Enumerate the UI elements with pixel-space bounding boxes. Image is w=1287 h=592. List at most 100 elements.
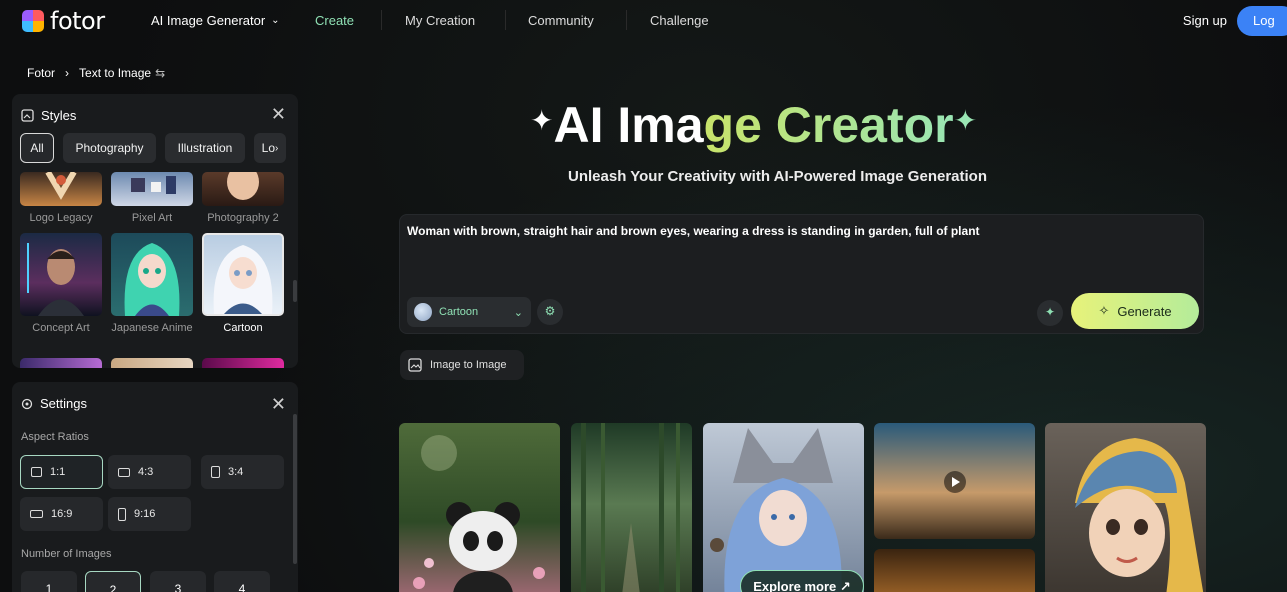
style-thumb-photography-2[interactable] (202, 172, 284, 206)
style-thumb-logo-legacy[interactable] (20, 172, 102, 206)
page-title: ✦AI Image Creator✦ (530, 96, 977, 154)
generate-label: Generate (1117, 303, 1172, 319)
settings-gear-button[interactable]: ⚙ (537, 299, 563, 325)
style-thumb-cartoon[interactable] (202, 233, 284, 316)
ratio-1-1[interactable]: 1:1 (20, 455, 103, 489)
count-4-button[interactable]: 4 (214, 571, 270, 592)
ratio-label: 4:3 (138, 466, 154, 478)
tall-icon (118, 507, 126, 521)
magic-wand-icon: ✧ (1098, 303, 1110, 318)
wide-icon (30, 510, 43, 518)
prompt-input[interactable]: Woman with brown, straight hair and brow… (407, 224, 980, 238)
gallery-video-cheetah[interactable] (874, 423, 1035, 539)
count-3-button[interactable]: 3 (150, 571, 206, 592)
magic-enhance-button[interactable]: ✦ (1037, 300, 1063, 326)
chip-all[interactable]: All (20, 133, 54, 163)
ratio-4-3[interactable]: 4:3 (108, 455, 191, 489)
gallery-image-panda[interactable] (399, 423, 560, 592)
settings-title: Settings (40, 396, 87, 411)
count-1-button[interactable]: 1 (21, 571, 77, 592)
style-label-concept-art: Concept Art (32, 322, 90, 334)
ratio-label: 1:1 (50, 466, 66, 478)
style-select[interactable]: Cartoon ⌄ (407, 297, 531, 327)
chevron-right-icon: › (275, 142, 279, 154)
style-label-logo-legacy: Logo Legacy (29, 212, 93, 224)
chip-illustration[interactable]: Illustration (165, 133, 245, 163)
prompt-box[interactable]: Woman with brown, straight hair and brow… (399, 214, 1204, 334)
chip-photography[interactable]: Photography (63, 133, 156, 163)
ratio-3-4[interactable]: 3:4 (201, 455, 284, 489)
play-icon[interactable] (944, 471, 966, 493)
gallery-image-wolf-girl[interactable] (703, 423, 864, 592)
generate-button[interactable]: ✧ Generate (1071, 293, 1199, 329)
photography-2-image (227, 172, 259, 200)
ratio-16-9[interactable]: 16:9 (20, 497, 103, 531)
style-label-photography-2: Photography 2 (207, 212, 279, 224)
pixel-art-image (131, 176, 176, 194)
wolf-hat-girl-image (710, 428, 842, 592)
nav-my-creation[interactable]: My Creation (405, 13, 475, 28)
style-label-pixel-art: Pixel Art (131, 212, 173, 224)
style-avatar (414, 303, 432, 321)
fotor-logo[interactable]: fotor (22, 7, 105, 35)
ai-image-generator-menu[interactable]: AI Image Generator ⌄ (151, 13, 280, 28)
settings-scrollbar[interactable] (293, 414, 297, 564)
sign-up-link[interactable]: Sign up (1183, 13, 1227, 28)
nav-challenge[interactable]: Challenge (650, 13, 709, 28)
settings-header: Settings (21, 396, 87, 411)
chevron-down-icon: ⌄ (271, 15, 280, 26)
chip-label: Photography (75, 141, 144, 155)
explore-more-button[interactable]: Explore more ↗ (740, 570, 864, 592)
japanese-anime-image (124, 243, 180, 316)
chevron-right-icon: › (65, 66, 70, 80)
breadcrumb: Fotor › Text to Image ⇆ (27, 66, 165, 80)
gallery-image-bamboo[interactable] (571, 423, 692, 592)
breadcrumb-root[interactable]: Fotor (27, 66, 55, 80)
portrait-icon (211, 466, 220, 478)
ratio-9-16[interactable]: 9:16 (108, 497, 191, 531)
fotor-logo-icon (22, 10, 44, 32)
gallery-image-sunset[interactable] (874, 549, 1035, 592)
title-part-white: AI Ima (553, 97, 704, 153)
nav-divider (381, 10, 382, 30)
sparkle-icon: ✦ (530, 105, 554, 136)
gear-icon: ⚙ (544, 304, 556, 318)
count-2-button[interactable]: 2 (85, 571, 141, 592)
style-thumb-concept-art[interactable] (20, 233, 102, 316)
number-of-images-label: Number of Images (21, 548, 112, 560)
chip-more[interactable]: Lo › (254, 133, 286, 163)
title-part-gradient: ge Creator (703, 97, 954, 153)
styles-header: Styles (21, 108, 76, 123)
style-label-cartoon: Cartoon (223, 322, 263, 334)
page-subtitle: Unleash Your Creativity with AI-Powered … (568, 168, 987, 185)
landscape-icon (118, 467, 130, 477)
pearl-earring-girl-image (1075, 438, 1204, 592)
chip-label: Illustration (177, 141, 233, 155)
cartoon-image (213, 245, 273, 314)
logo-text: fotor (50, 7, 105, 35)
nav-community[interactable]: Community (528, 13, 594, 28)
nav-create[interactable]: Create (315, 13, 354, 28)
gallery-image-pearl-earring[interactable] (1045, 423, 1206, 592)
gear-icon (21, 398, 33, 409)
style-thumb-next[interactable] (202, 358, 284, 368)
ratio-label: 3:4 (228, 466, 244, 478)
close-icon[interactable]: ✕ (271, 104, 286, 125)
style-thumb-next[interactable] (20, 358, 102, 368)
generator-menu-label: AI Image Generator (151, 13, 266, 28)
swap-icon[interactable]: ⇆ (155, 66, 165, 80)
styles-scrollbar[interactable] (293, 280, 297, 302)
style-thumb-pixel-art[interactable] (111, 172, 193, 206)
styles-panel: Styles ✕ All Photography Illustration Lo… (12, 94, 298, 368)
square-icon (31, 467, 42, 477)
image-to-image-button[interactable]: Image to Image (400, 350, 524, 380)
style-thumb-japanese-anime[interactable] (111, 233, 193, 316)
ratio-label: 9:16 (134, 508, 156, 520)
sparkle-icon: ✦ (953, 105, 978, 136)
styles-icon (21, 109, 34, 122)
panda-image (413, 435, 545, 592)
login-button[interactable]: Log (1237, 6, 1287, 36)
bamboo-forest-image (581, 423, 680, 592)
style-thumb-next[interactable] (111, 358, 193, 368)
close-icon[interactable]: ✕ (271, 394, 286, 415)
